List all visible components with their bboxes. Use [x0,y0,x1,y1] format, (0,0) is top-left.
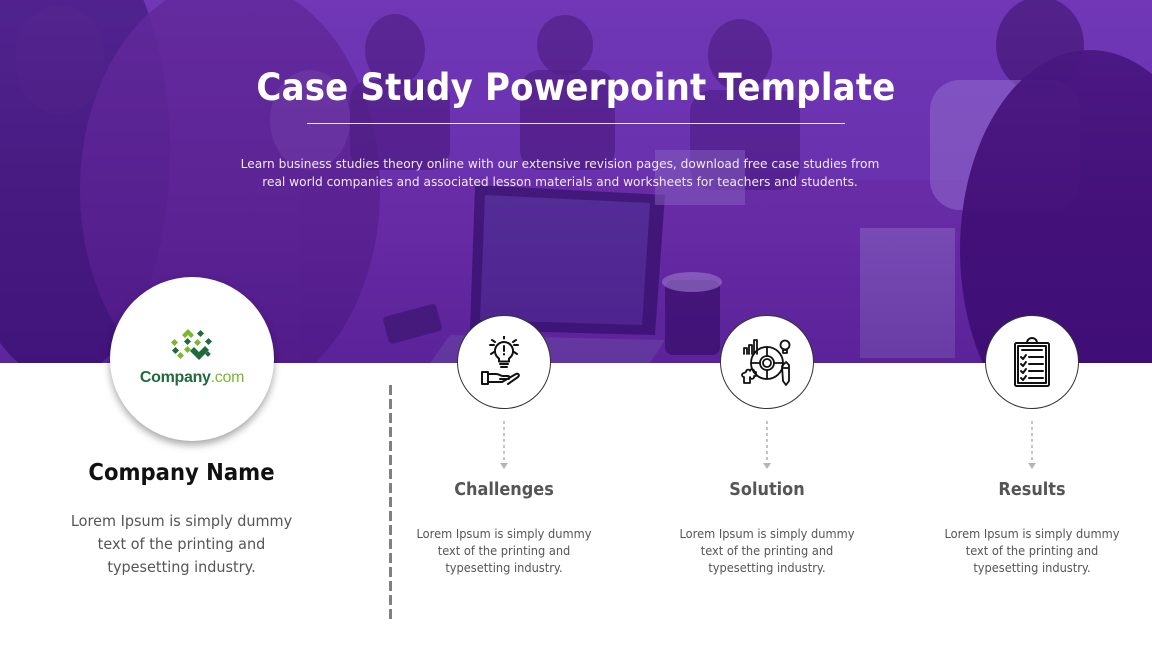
icon-badge [720,315,814,409]
company-logo-icon [170,329,213,360]
icon-badge [985,315,1079,409]
step-title: Challenges [454,480,554,500]
company-logo-text: Company.com [139,369,245,387]
lightbulb-hand-icon [481,336,520,385]
page-title: Case Study Powerpoint Template [256,66,896,109]
arrow-down-icon [1028,463,1036,469]
connector-dashed-line [1031,421,1033,467]
step-description: Lorem Ipsum is simply dummy text of the … [679,527,855,575]
step-description: Lorem Ipsum is simply dummy text of the … [944,527,1120,575]
arrow-down-icon [500,463,508,469]
arrow-down-icon [763,463,771,469]
strategy-gear-icon [741,339,791,386]
company-logo-badge: Company.com [110,277,274,441]
company-name: Company Name [88,460,275,486]
vertical-dashed-divider [389,385,392,621]
page-subtitle: Learn business studies theory online wit… [240,157,880,189]
step-title: Solution [729,480,805,500]
logo-text-suffix: .com [210,369,245,386]
logo-text-main: Company [139,369,211,386]
company-description: Lorem Ipsum is simply dummy text of the … [70,512,293,576]
step-description: Lorem Ipsum is simply dummy text of the … [416,527,592,575]
connector-dashed-line [503,421,505,467]
step-title: Results [998,480,1066,500]
icon-badge [457,315,551,409]
title-underline [307,123,845,124]
clipboard-checklist-icon [1014,337,1050,387]
connector-dashed-line [766,421,768,467]
